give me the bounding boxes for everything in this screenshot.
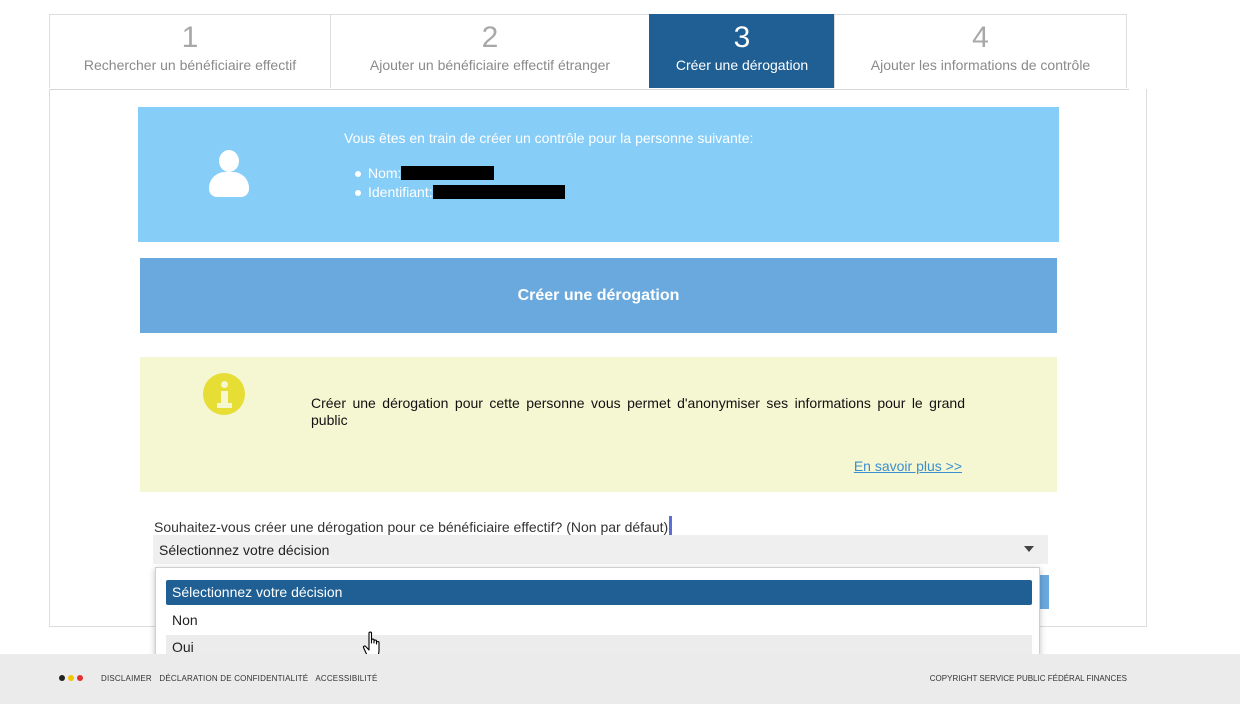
brand-dot-yellow — [68, 675, 74, 681]
question-text: Souhaitez-vous créer une dérogation pour… — [154, 519, 669, 535]
person-details: Nom: Identifiant: — [355, 165, 565, 203]
step-3-label: Créer une dérogation — [675, 57, 809, 73]
step-1-label: Rechercher un bénéficiaire effectif — [83, 57, 297, 73]
info-box: Créer une dérogation pour cette personne… — [140, 357, 1057, 492]
brand-dot-black — [59, 675, 65, 681]
option-non[interactable]: Non — [166, 608, 1032, 633]
step-2-label: Ajouter un bénéficiaire effectif étrange… — [369, 57, 611, 73]
footer-link-disclaimer[interactable]: DISCLAIMER — [101, 674, 152, 683]
step-2[interactable]: 2 Ajouter un bénéficiaire effectif étran… — [330, 14, 650, 88]
step-3-active[interactable]: 3 Créer une dérogation — [649, 14, 835, 88]
person-intro: Vous êtes en train de créer un contrôle … — [344, 130, 754, 146]
learn-more-link[interactable]: En savoir plus >> — [854, 458, 962, 474]
decision-select[interactable]: Sélectionnez votre décision — [153, 535, 1048, 564]
name-redacted — [401, 166, 495, 180]
step-1-number: 1 — [181, 21, 199, 54]
footer-link-privacy[interactable]: DÉCLARATION DE CONFIDENTIALITÉ — [159, 674, 308, 683]
step-4-number: 4 — [972, 21, 989, 54]
user-icon — [209, 150, 249, 197]
option-select-decision[interactable]: Sélectionnez votre décision — [166, 580, 1032, 605]
step-2-number: 2 — [481, 21, 499, 54]
section-title: Créer une dérogation — [140, 258, 1057, 333]
name-label: Nom: — [368, 165, 402, 181]
decision-select-value: Sélectionnez votre décision — [159, 542, 330, 558]
step-1[interactable]: 1 Rechercher un bénéficiaire effectif — [49, 14, 331, 88]
footer-copyright: COPYRIGHT SERVICE PUBLIC FÉDÉRAL FINANCE… — [929, 674, 1127, 683]
brand-dots — [59, 675, 83, 681]
person-summary-box: Vous êtes en train de créer un contrôle … — [138, 107, 1059, 242]
footer-link-accessibility[interactable]: ACCESSIBILITÉ — [315, 674, 377, 683]
step-4[interactable]: 4 Ajouter les informations de contrôle — [834, 14, 1127, 88]
id-label: Identifiant: — [368, 184, 433, 200]
id-redacted — [432, 185, 565, 199]
person-id-item: Identifiant: — [355, 184, 565, 203]
info-icon — [203, 373, 245, 415]
progress-steps: 1 Rechercher un bénéficiaire effectif 2 … — [49, 14, 1129, 90]
step-4-label: Ajouter les informations de contrôle — [870, 57, 1091, 73]
person-name-item: Nom: — [355, 165, 565, 184]
hidden-submit-button-edge[interactable] — [1040, 575, 1049, 609]
derogation-question: Souhaitez-vous créer une dérogation pour… — [154, 516, 673, 536]
text-caret — [669, 516, 673, 536]
brand-dot-red — [77, 675, 83, 681]
chevron-down-icon — [1024, 546, 1034, 552]
info-text: Créer une dérogation pour cette personne… — [311, 395, 965, 428]
footer: DISCLAIMER DÉCLARATION DE CONFIDENTIALIT… — [0, 654, 1240, 704]
footer-links: DISCLAIMER DÉCLARATION DE CONFIDENTIALIT… — [101, 674, 383, 683]
step-3-number: 3 — [733, 21, 751, 54]
